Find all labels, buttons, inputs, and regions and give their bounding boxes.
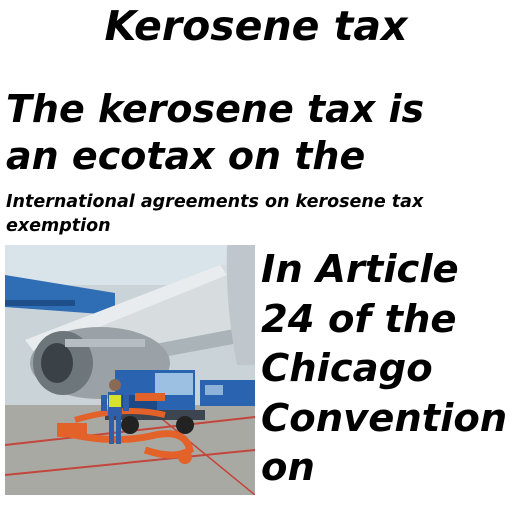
body-line: on: [261, 445, 315, 490]
body-line: 24 of the: [261, 296, 457, 342]
body-line: Chicago: [261, 346, 433, 391]
article-body-text: In Article 24 of the Chicago Convention …: [261, 245, 512, 495]
body-line: In Article: [261, 247, 459, 292]
lead-text: The kerosene tax is an ecotax on the: [6, 86, 506, 180]
aircraft-refueling-photo: [5, 245, 255, 495]
body-line: Convention: [261, 395, 508, 441]
section-subheading: International agreements on kerosene tax…: [6, 192, 424, 236]
lead-line: an ecotax on the: [6, 134, 366, 178]
lead-line: The kerosene tax is: [6, 87, 425, 131]
page-title: Kerosene tax: [104, 2, 408, 50]
